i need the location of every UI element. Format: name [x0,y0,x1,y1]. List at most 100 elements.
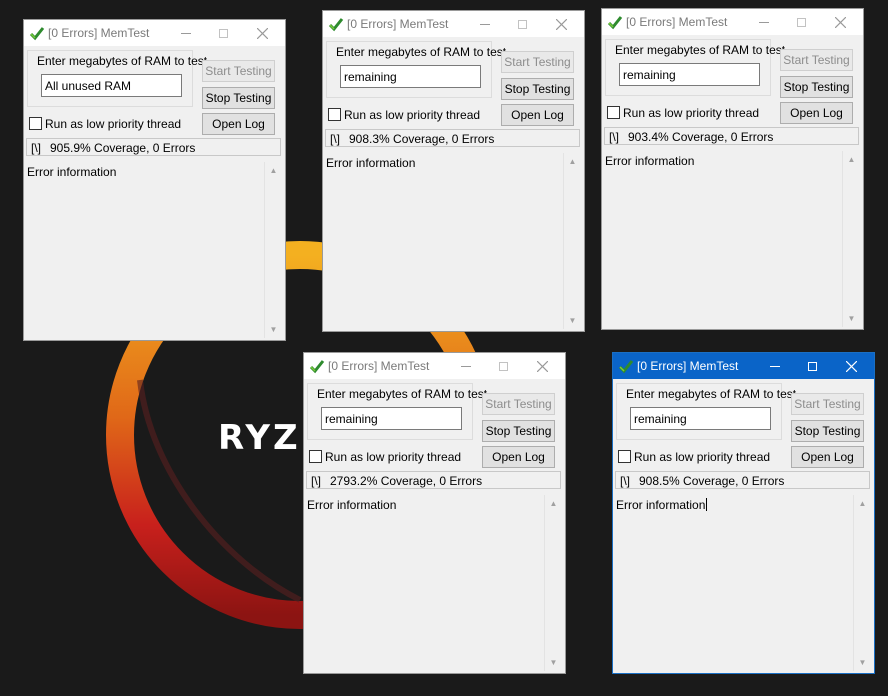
title-bar[interactable]: [0 Errors] MemTest [304,353,565,379]
status-bar: [\] 905.9% Coverage, 0 Errors [26,138,281,156]
scroll-up-arrow-icon[interactable]: ▲ [843,155,860,164]
memtest-window-4[interactable]: [0 Errors] MemTest Enter megabytes of RA… [303,352,566,674]
progress-spinner: [\] [31,141,42,155]
stop-testing-button[interactable]: Stop Testing [501,78,574,100]
ram-label: Enter megabytes of RAM to test [615,43,786,57]
title-bar[interactable]: [0 Errors] MemTest [24,20,285,46]
open-log-button[interactable]: Open Log [202,113,275,135]
error-scrollbar[interactable]: ▲ ▼ [264,162,282,338]
ram-label: Enter megabytes of RAM to test [336,45,507,59]
title-bar[interactable]: [0 Errors] MemTest [613,353,874,379]
ram-label: Enter megabytes of RAM to test [37,54,208,68]
minimize-icon[interactable] [749,9,779,35]
status-bar: [\] 908.3% Coverage, 0 Errors [325,129,580,147]
error-information-text: Error information [307,498,397,512]
stop-testing-button[interactable]: Stop Testing [780,76,853,98]
ram-input[interactable] [619,63,760,86]
coverage-status: 905.9% Coverage, 0 Errors [50,141,196,155]
stop-testing-button[interactable]: Stop Testing [791,420,864,442]
ram-label: Enter megabytes of RAM to test [317,387,488,401]
memtest-window-2[interactable]: [0 Errors] MemTest Enter megabytes of RA… [322,10,585,332]
minimize-icon[interactable] [760,353,790,379]
open-log-button[interactable]: Open Log [791,446,864,468]
scroll-up-arrow-icon[interactable]: ▲ [265,166,282,175]
ram-group: Enter megabytes of RAM to test [326,41,506,98]
memtest-check-icon [328,18,344,32]
minimize-icon[interactable] [171,20,201,46]
low-priority-checkbox[interactable] [29,117,42,130]
ryzen-logo-text: RYZ [218,418,301,458]
scroll-up-arrow-icon[interactable]: ▲ [545,499,562,508]
low-priority-label[interactable]: Run as low priority thread [344,108,480,122]
stop-testing-button[interactable]: Stop Testing [202,87,275,109]
scroll-down-arrow-icon[interactable]: ▼ [843,314,860,323]
open-log-button[interactable]: Open Log [501,104,574,126]
ram-label: Enter megabytes of RAM to test [626,387,797,401]
maximize-icon[interactable] [488,353,518,379]
ram-input[interactable] [321,407,462,430]
error-information-text: Error information [605,154,695,168]
scroll-down-arrow-icon[interactable]: ▼ [265,325,282,334]
close-icon[interactable] [825,9,855,35]
maximize-icon[interactable] [507,11,537,37]
start-testing-button[interactable]: Start Testing [791,393,864,415]
ram-input[interactable] [630,407,771,430]
error-scrollbar[interactable]: ▲ ▼ [853,495,871,671]
start-testing-button[interactable]: Start Testing [780,49,853,71]
scroll-up-arrow-icon[interactable]: ▲ [854,499,871,508]
low-priority-label[interactable]: Run as low priority thread [634,450,770,464]
error-information-field[interactable]: Error information [616,498,708,512]
close-icon[interactable] [836,353,866,379]
ram-input[interactable] [41,74,182,97]
low-priority-checkbox[interactable] [607,106,620,119]
memtest-check-icon [618,360,634,374]
open-log-button[interactable]: Open Log [482,446,555,468]
coverage-status: 908.3% Coverage, 0 Errors [349,132,495,146]
progress-spinner: [\] [330,132,341,146]
window-title: [0 Errors] MemTest [637,359,739,373]
low-priority-label[interactable]: Run as low priority thread [325,450,461,464]
low-priority-label[interactable]: Run as low priority thread [45,117,181,131]
stop-testing-button[interactable]: Stop Testing [482,420,555,442]
start-testing-button[interactable]: Start Testing [501,51,574,73]
error-scrollbar[interactable]: ▲ ▼ [563,153,581,329]
status-bar: [\] 903.4% Coverage, 0 Errors [604,127,859,145]
maximize-icon[interactable] [797,353,827,379]
maximize-icon[interactable] [786,9,816,35]
close-icon[interactable] [247,20,277,46]
status-bar: [\] 908.5% Coverage, 0 Errors [615,471,870,489]
maximize-icon[interactable] [208,20,238,46]
window-title: [0 Errors] MemTest [347,17,449,31]
window-title: [0 Errors] MemTest [328,359,430,373]
start-testing-button[interactable]: Start Testing [202,60,275,82]
memtest-window-1[interactable]: [0 Errors] MemTest Enter megabytes of RA… [23,19,286,341]
memtest-window-3[interactable]: [0 Errors] MemTest Enter megabytes of RA… [601,8,864,330]
progress-spinner: [\] [620,474,631,488]
scroll-up-arrow-icon[interactable]: ▲ [564,157,581,166]
low-priority-checkbox[interactable] [618,450,631,463]
scroll-down-arrow-icon[interactable]: ▼ [564,316,581,325]
error-scrollbar[interactable]: ▲ ▼ [544,495,562,671]
error-scrollbar[interactable]: ▲ ▼ [842,151,860,327]
close-icon[interactable] [527,353,557,379]
ram-input[interactable] [340,65,481,88]
memtest-check-icon [29,27,45,41]
ram-group: Enter megabytes of RAM to test [307,383,487,440]
open-log-button[interactable]: Open Log [780,102,853,124]
minimize-icon[interactable] [451,353,481,379]
memtest-check-icon [607,16,623,30]
progress-spinner: [\] [311,474,322,488]
scroll-down-arrow-icon[interactable]: ▼ [854,658,871,667]
start-testing-button[interactable]: Start Testing [482,393,555,415]
title-bar[interactable]: [0 Errors] MemTest [323,11,584,37]
close-icon[interactable] [546,11,576,37]
minimize-icon[interactable] [470,11,500,37]
low-priority-label[interactable]: Run as low priority thread [623,106,759,120]
coverage-status: 908.5% Coverage, 0 Errors [639,474,785,488]
scroll-down-arrow-icon[interactable]: ▼ [545,658,562,667]
memtest-window-5[interactable]: [0 Errors] MemTest Enter megabytes of RA… [612,352,875,674]
title-bar[interactable]: [0 Errors] MemTest [602,9,863,35]
low-priority-checkbox[interactable] [309,450,322,463]
coverage-status: 903.4% Coverage, 0 Errors [628,130,774,144]
low-priority-checkbox[interactable] [328,108,341,121]
